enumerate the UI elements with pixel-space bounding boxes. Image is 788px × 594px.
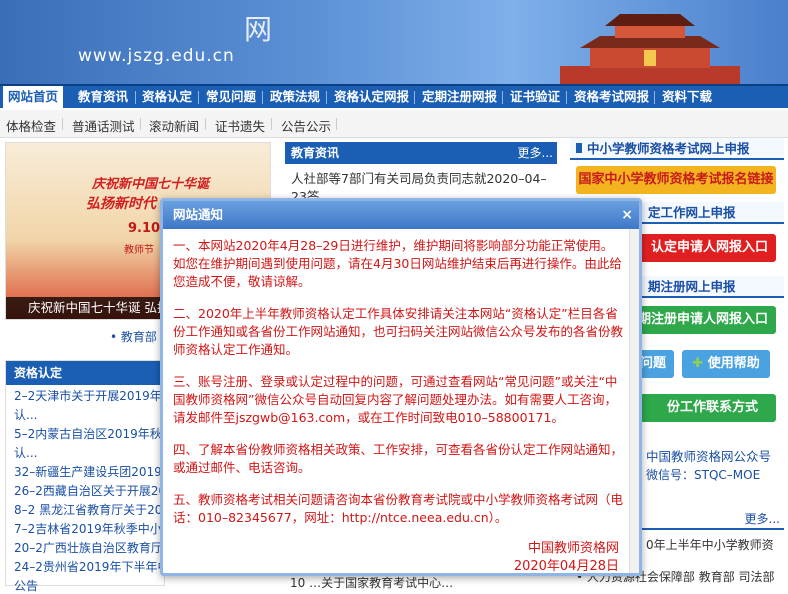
main-nav: 网站首页 教育资讯 资格认定 常见问题 政策法规 资格认定网报 定期注册网报 证…	[0, 84, 788, 110]
help-icon: ✚	[692, 356, 704, 371]
nav-item-qualification[interactable]: 资格认定	[142, 86, 192, 110]
nav-item-exam-apply[interactable]: 资格考试网报	[574, 86, 649, 110]
tiananmen-image	[560, 14, 740, 84]
list-item[interactable]: 5–2内蒙古自治区2019年秋	[14, 427, 164, 442]
help-button[interactable]: ✚ 使用帮助	[682, 350, 770, 378]
list-item[interactable]: 26–2西藏自治区关于开展20	[14, 484, 166, 499]
list-item[interactable]: 认...	[14, 446, 164, 461]
site-notice-dialog: 网站通知 × 一、本网站2020年4月28–29日进行维护，维护期间将影响部分功…	[160, 198, 642, 576]
nav-item-faq[interactable]: 常见问题	[206, 86, 256, 110]
close-icon[interactable]: ×	[621, 201, 633, 229]
bottom-news-item[interactable]: 10 …关于国家教育考试中心…	[290, 574, 453, 591]
subnav-item-physical[interactable]: 体格检查	[6, 116, 56, 135]
nav-item-education-news[interactable]: 教育资讯	[78, 86, 128, 110]
subnav-item-scroll-news[interactable]: 滚动新闻	[149, 116, 199, 135]
slide-headline-1: 庆祝新中国七十华诞	[92, 177, 210, 192]
notice-paragraph: 三、账号注册、登录或认定过程中的问题，可通过查看网站“常见问题”或关注“中国教师…	[173, 374, 618, 425]
nav-item-registration[interactable]: 定期注册网报	[422, 86, 497, 110]
list-item[interactable]: 32–新疆生产建设兵团2019	[14, 465, 164, 480]
exam-apply-header: 中小学教师资格考试网上申报	[570, 138, 784, 160]
qualification-header: 资格认定	[6, 361, 164, 385]
slide-headline-2: 弘扬新时代	[86, 196, 156, 212]
slide-sub: 教师节	[124, 245, 154, 256]
subnav-item-announce[interactable]: 公告公示	[281, 116, 331, 135]
dialog-body: 一、本网站2020年4月28–29日进行维护，维护期间将影响部分功能正常使用。如…	[163, 229, 633, 573]
nav-item-downloads[interactable]: 资料下载	[662, 86, 712, 110]
qualification-panel: 资格认定 2–2天津市关于开展2019年 认... 5–2内蒙古自治区2019年…	[5, 360, 169, 593]
list-item[interactable]: 7–2吉林省2019年秋季中小	[14, 522, 164, 537]
nav-item-home[interactable]: 网站首页	[3, 86, 64, 110]
list-item[interactable]: 公告	[14, 579, 164, 594]
sub-nav: 体格检查 普通话测试 滚动新闻 证书遗失 公告公示	[0, 110, 788, 138]
slide-source-link[interactable]: • 教育部	[110, 328, 157, 345]
list-item[interactable]: 24–2贵州省2019年下半年中	[14, 560, 169, 575]
subnav-item-cert-lost[interactable]: 证书遗失	[215, 116, 265, 135]
notice-signature-date: 2020年04月28日	[513, 559, 619, 573]
notice-paragraph: 四、了解本省份教师资格相关政策、工作安排，可查看各省份认定工作网站通知，或通过邮…	[173, 442, 624, 475]
notice-paragraph: 五、教师资格考试相关问题请咨询本省份教育考试院或中小学教师资格考试网（电话：01…	[173, 492, 624, 525]
slide-date: 9.10	[128, 221, 161, 236]
dialog-title: 网站通知	[173, 207, 224, 222]
exam-register-link-button[interactable]: 国家中小学教师资格考试报名链接	[576, 166, 776, 194]
list-item[interactable]: 8–2 黑龙江省教育厅关于20	[14, 503, 164, 518]
news-header: 教育资讯 更多...	[285, 142, 557, 164]
nav-item-policy[interactable]: 政策法规	[270, 86, 320, 110]
list-item[interactable]: 2–2天津市关于开展2019年	[14, 389, 164, 404]
site-name: 网	[244, 13, 273, 46]
notice-paragraph: 二、2020年上半年教师资格认定工作具体安排请关注本网站“资格认定”栏目各省份工…	[173, 306, 624, 357]
news-more-link[interactable]: 更多...	[518, 142, 553, 164]
notice-signature-org: 中国教师资格网	[527, 541, 619, 556]
site-url: www.jszg.edu.cn	[78, 46, 235, 66]
wechat-title: 中国教师资格网公众号	[646, 449, 772, 464]
dialog-scrollbar[interactable]	[629, 229, 639, 573]
site-banner: 网 www.jszg.edu.cn	[0, 0, 788, 84]
list-item[interactable]: 20–2广西壮族自治区教育厅	[14, 541, 164, 556]
nav-item-cert-apply[interactable]: 资格认定网报	[334, 86, 409, 110]
notice-item[interactable]: 0年上半年中小学教师资	[646, 536, 774, 553]
notice-paragraph: 一、本网站2020年4月28–29日进行维护，维护期间将影响部分功能正常使用。如…	[173, 238, 622, 289]
subnav-item-mandarin[interactable]: 普通话测试	[72, 116, 135, 135]
nav-item-cert-verify[interactable]: 证书验证	[510, 86, 560, 110]
list-item[interactable]: 认...	[14, 408, 164, 423]
wechat-id: 微信号：STQC–MOE	[646, 468, 761, 482]
dialog-titlebar: 网站通知 ×	[163, 201, 639, 229]
news-title: 教育资讯	[291, 146, 340, 160]
